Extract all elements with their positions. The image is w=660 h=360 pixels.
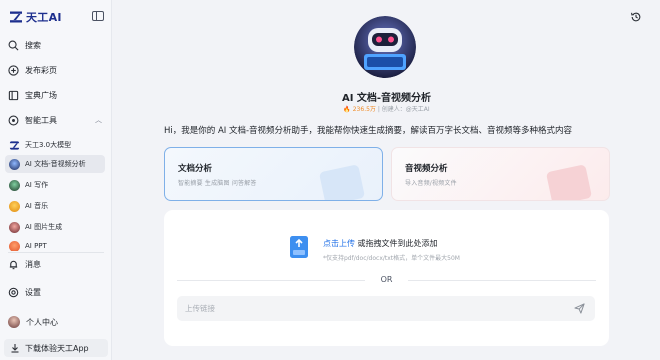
- doc-analysis-card[interactable]: 文档分析 智能摘要 生成脑图 问答解答: [164, 147, 383, 201]
- main-content: AI 文档-音视频分析 🔥 236.5万 | 创建人：@天工AI Hi，我是你的…: [113, 0, 660, 360]
- greeting-text: Hi，我是你的 AI 文档-音视频分析助手，我能帮你快速生成摘要，解读百万字长文…: [164, 126, 573, 136]
- send-icon[interactable]: [574, 303, 585, 314]
- upload-panel: 点击上传 或拖拽文件到此处添加 *仅支持pdf/doc/docx/txt格式，单…: [164, 210, 609, 346]
- or-divider: OR: [164, 275, 609, 285]
- usage-count: 🔥 236.5万: [343, 106, 376, 113]
- tool-item-label: AI 音乐: [25, 202, 49, 210]
- sidebar-item-settings[interactable]: 设置: [8, 284, 106, 300]
- sidebar: 天工AI 搜索 发布彩页 宝典广场 智能工具 ︿ 天工3.0大模型 AI 文档-…: [0, 0, 112, 360]
- drag-drop-text: 或拖拽文件到此处添加: [355, 239, 438, 248]
- sidebar-item-search[interactable]: 搜索: [8, 37, 106, 53]
- sidebar-item-tools[interactable]: 智能工具 ︿: [8, 112, 106, 128]
- music-avatar: [9, 200, 20, 212]
- tool-item-label: 天工3.0大模型: [25, 141, 72, 149]
- download-app-button[interactable]: 下载体验天工App: [4, 339, 108, 357]
- doc-analysis-avatar: [9, 158, 20, 170]
- history-icon[interactable]: [630, 11, 642, 23]
- tool-item-label: AI 图片生成: [25, 223, 63, 231]
- tiangong-logo-icon: [9, 140, 20, 150]
- tool-item[interactable]: AI PPT: [5, 239, 105, 251]
- sidebar-item-profile[interactable]: 个人中心: [8, 314, 106, 330]
- tools-icon: [8, 115, 19, 125]
- upload-format-hint: *仅支持pdf/doc/docx/txt格式，单个文件最大50M: [323, 255, 460, 262]
- upload-link-input[interactable]: [177, 296, 595, 321]
- download-app-label: 下载体验天工App: [25, 343, 89, 353]
- chevron-up-icon[interactable]: ︿: [95, 115, 102, 125]
- brand-logo[interactable]: 天工AI: [9, 9, 62, 25]
- sidebar-item-label: 搜索: [25, 40, 41, 50]
- tool-item[interactable]: AI 音乐: [5, 197, 105, 215]
- divider: [8, 252, 104, 253]
- tool-item-active[interactable]: AI 文档-音视频分析: [5, 155, 105, 173]
- sidebar-collapse-icon[interactable]: [92, 11, 104, 21]
- upload-instruction: 点击上传 或拖拽文件到此处添加: [323, 238, 438, 249]
- divider-line: [408, 280, 596, 281]
- book-icon: [8, 90, 19, 100]
- agent-creator: 创建人：@天工AI: [381, 106, 430, 113]
- sidebar-item-label: 发布彩页: [25, 65, 57, 75]
- image-gen-avatar: [9, 221, 20, 233]
- sidebar-item-label: 宝典广场: [25, 90, 57, 100]
- agent-title: AI 文档-音视频分析: [341, 93, 432, 104]
- tool-item[interactable]: AI 写作: [5, 176, 105, 194]
- tiangong-logo-icon: [10, 11, 22, 23]
- agent-meta: 🔥 236.5万 | 创建人：@天工AI: [113, 104, 660, 113]
- plus-circle-icon: [8, 64, 19, 76]
- file-upload-icon[interactable]: [290, 236, 308, 258]
- tool-item-label: AI PPT: [25, 242, 47, 250]
- brand-name: 天工AI: [26, 11, 62, 24]
- sidebar-item-messages[interactable]: 消息: [8, 256, 106, 272]
- ppt-avatar: [9, 241, 20, 251]
- download-icon: [11, 344, 19, 353]
- bell-icon: [9, 260, 18, 269]
- audio-video-analysis-card[interactable]: 音视频分析 导入音频/视频文件: [391, 147, 610, 201]
- sidebar-item-label: 消息: [25, 259, 41, 269]
- tool-item-label: AI 文档-音视频分析: [25, 160, 86, 168]
- agent-avatar: [354, 16, 416, 78]
- sidebar-item-label: 设置: [25, 287, 41, 297]
- sidebar-item-treasure[interactable]: 宝典广场: [8, 87, 106, 103]
- tool-item-label: AI 写作: [25, 181, 49, 189]
- writing-avatar: [9, 179, 20, 191]
- sidebar-item-publish[interactable]: 发布彩页: [8, 62, 106, 78]
- sidebar-item-label: 智能工具: [25, 115, 57, 125]
- sidebar-item-label: 个人中心: [26, 317, 58, 327]
- click-upload-link[interactable]: 点击上传: [323, 239, 355, 248]
- tool-item[interactable]: AI 图片生成: [5, 218, 105, 236]
- avatar: [8, 316, 20, 328]
- gear-icon: [8, 287, 19, 297]
- search-icon: [8, 40, 19, 50]
- tool-item[interactable]: 天工3.0大模型: [5, 136, 105, 154]
